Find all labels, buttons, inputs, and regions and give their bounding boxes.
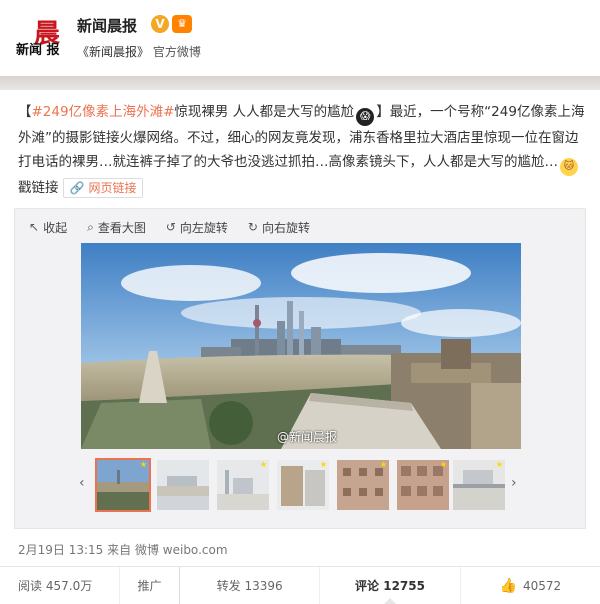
thumb-star-icon: ★ <box>139 460 147 469</box>
collapse-button[interactable]: ↖ 收起 <box>29 217 67 237</box>
comment-button[interactable]: 评论 12755 <box>320 567 461 604</box>
post-headline: 惊现裸男 人人都是大写的尴尬 <box>174 104 355 120</box>
media-viewer: ↖ 收起 ⌕ 查看大图 ↺ 向左旋转 ↻ 向右旋转 @新闻晨报 ‹ › ★ ★ … <box>14 208 586 529</box>
panorama-photo[interactable]: @新闻晨报 <box>81 243 521 449</box>
thumbnail[interactable]: ★ <box>277 460 329 510</box>
thumbnail[interactable]: ★ <box>337 460 389 510</box>
rotate-right-icon: ↻ <box>247 220 258 234</box>
thumb-star-icon: ★ <box>439 460 447 469</box>
collapse-label: 收起 <box>43 220 68 235</box>
avatar-logo-text: 新闻 报 <box>16 43 60 58</box>
web-link-button[interactable]: 🔗 网页链接 <box>62 178 144 198</box>
thumbnail[interactable]: ★ <box>217 460 269 510</box>
rotate-right-label: 向右旋转 <box>261 220 310 235</box>
thumbnail[interactable]: ★ <box>453 460 505 510</box>
source-link[interactable]: 《新闻晨报》 <box>77 45 149 59</box>
thumb-star-icon: ★ <box>379 460 387 469</box>
read-label: 阅读 <box>18 579 43 593</box>
link-icon: 🔗 <box>69 181 85 195</box>
post-text: 【#249亿像素上海外滩#惊现裸男 人人都是大写的尴尬 😱 】最近，一个号称“249… <box>18 100 588 200</box>
hashtag-link[interactable]: #249亿像素上海外滩# <box>32 104 175 120</box>
thumb-star-icon: ★ <box>319 460 327 469</box>
rotate-left-button[interactable]: ↺ 向左旋转 <box>166 217 228 237</box>
repost-button[interactable]: 转发 13396 <box>180 567 321 604</box>
photo-watermark: @新闻晨报 <box>276 430 337 444</box>
web-link-label: 网页链接 <box>88 181 137 195</box>
post-time[interactable]: 13:15 <box>69 543 104 557</box>
source-suffix: 官方微博 <box>149 45 201 59</box>
comment-label: 评论 <box>355 579 380 593</box>
bracket-close: 】 <box>376 104 390 120</box>
like-count: 40572 <box>522 578 562 593</box>
read-count: 阅读 457.0万 <box>0 567 120 604</box>
cat-emoji-icon: 🐱 <box>560 158 578 176</box>
magnifier-icon: ⌕ <box>87 219 94 234</box>
like-button[interactable]: 👍 40572 <box>461 567 600 604</box>
thumbnail[interactable] <box>157 460 209 510</box>
member-icon: ♛ <box>172 15 192 33</box>
repost-count: 13396 <box>244 578 283 593</box>
thumbnail[interactable]: ★ <box>397 460 449 510</box>
account-name[interactable]: 新闻晨报 <box>77 15 137 36</box>
thumb-next-arrow-icon[interactable]: › <box>511 475 517 491</box>
promote-label: 推广 <box>137 579 162 593</box>
rotate-left-icon: ↺ <box>165 220 176 234</box>
bracket-open: 【 <box>18 104 32 120</box>
thumb-star-icon: ★ <box>495 460 503 469</box>
thumb-prev-arrow-icon[interactable]: ‹ <box>79 475 85 491</box>
view-large-button[interactable]: ⌕ 查看大图 <box>87 217 146 237</box>
post-date[interactable]: 2月19日 <box>18 543 65 557</box>
post-header: 晨 新闻 报 新闻晨报 V ♛ 《新闻晨报》 官方微博 <box>0 0 600 76</box>
comment-count: 12755 <box>383 578 425 593</box>
collapse-icon: ↖ <box>29 220 40 234</box>
account-source: 《新闻晨报》 官方微博 <box>77 43 201 60</box>
media-toolbar: ↖ 收起 ⌕ 查看大图 ↺ 向左旋转 ↻ 向右旋转 <box>29 217 310 237</box>
thumbnail[interactable]: ★ <box>95 458 151 512</box>
rotate-left-label: 向左旋转 <box>179 220 228 235</box>
verified-icon: V <box>151 15 169 33</box>
view-large-label: 查看大图 <box>97 220 146 235</box>
panorama-image <box>81 243 521 449</box>
repost-label: 转发 <box>216 579 241 593</box>
read-value: 457.0万 <box>45 579 93 593</box>
section-divider <box>0 76 600 90</box>
avatar[interactable]: 晨 新闻 报 <box>16 13 66 63</box>
promote-button[interactable]: 推广 <box>120 567 180 604</box>
post-actions-bar: 阅读 457.0万 推广 转发 13396 评论 12755 👍 40572 <box>0 566 600 604</box>
thumb-star-icon: ★ <box>259 460 267 469</box>
post-via: 来自 微博 weibo.com <box>107 543 228 557</box>
shock-emoji-icon: 😱 <box>356 108 375 126</box>
rotate-right-button[interactable]: ↻ 向右旋转 <box>248 217 310 237</box>
thumbs-up-icon: 👍 <box>499 577 517 594</box>
post-cta: 戳链接 <box>18 180 59 196</box>
thumbnail-image <box>157 460 209 510</box>
post-meta: 2月19日 13:15 来自 微博 weibo.com <box>18 541 228 558</box>
